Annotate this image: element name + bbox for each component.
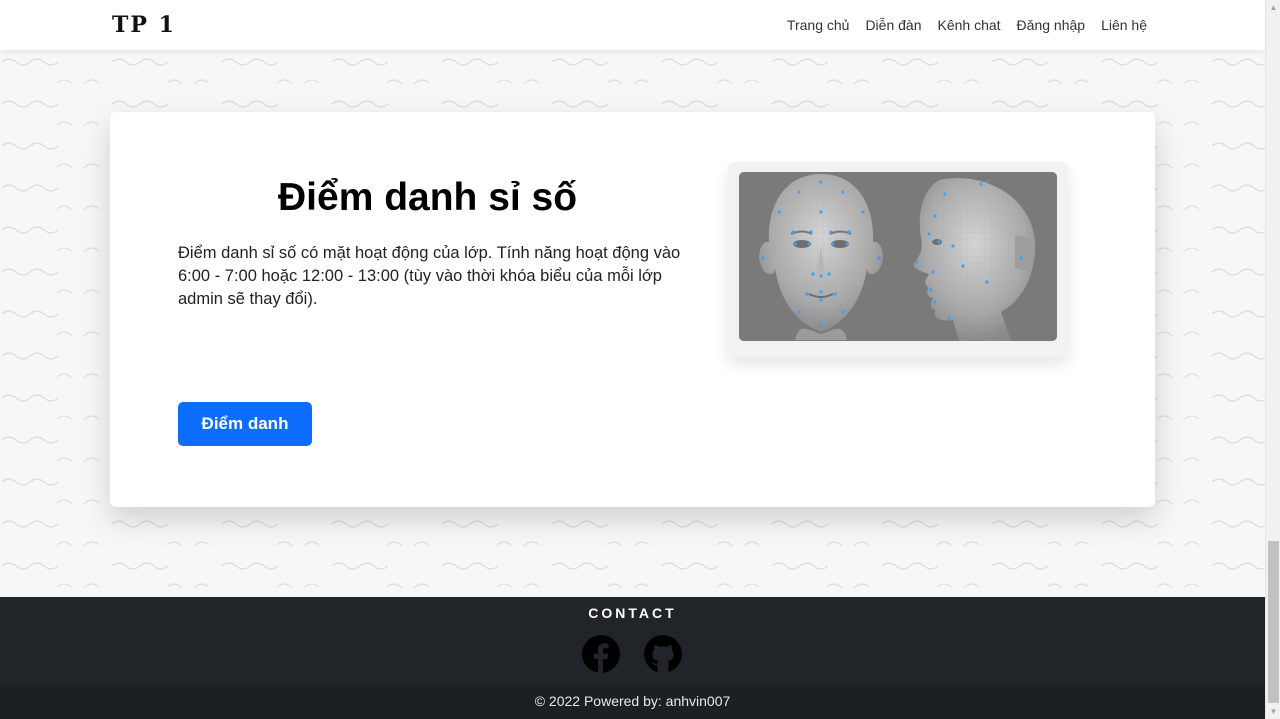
contact-heading: CONTACT: [588, 605, 677, 621]
vertical-scrollbar[interactable]: ▲ ▼: [1265, 0, 1280, 719]
scroll-thumb[interactable]: [1268, 541, 1279, 703]
attendance-button[interactable]: Điểm danh: [178, 402, 312, 446]
navbar: TP 1 Trang chủ Diễn đàn Kênh chat Đăng n…: [0, 0, 1265, 50]
nav-links: Trang chủ Diễn đàn Kênh chat Đăng nhập L…: [787, 17, 1147, 33]
scroll-up-arrow-icon[interactable]: ▲: [1266, 0, 1280, 15]
social-links: [582, 635, 682, 673]
nav-link-contact[interactable]: Liên hệ: [1101, 17, 1147, 33]
footer: CONTACT © 2022 Powered by: anhvin007: [0, 597, 1265, 719]
copyright-text: © 2022 Powered by: anhvin007: [534, 693, 731, 709]
attendance-card: Điểm danh sỉ số Điểm danh sỉ số có mặt h…: [110, 112, 1155, 507]
card-title: Điểm danh sỉ số: [278, 176, 578, 219]
facebook-icon[interactable]: [582, 635, 620, 673]
github-icon[interactable]: [644, 635, 682, 673]
face-landmarks-image: [739, 172, 1057, 341]
nav-link-chat[interactable]: Kênh chat: [937, 17, 1000, 33]
nav-link-forum[interactable]: Diễn đàn: [865, 17, 921, 33]
brand-logo[interactable]: TP 1: [112, 12, 176, 38]
face-image-frame: [728, 162, 1068, 357]
footer-bottom-bar: © 2022 Powered by: anhvin007: [0, 685, 1265, 719]
nav-link-login[interactable]: Đăng nhập: [1017, 17, 1086, 33]
card-description: Điểm danh sỉ số có mặt hoạt động của lớp…: [178, 244, 681, 308]
nav-link-home[interactable]: Trang chủ: [787, 17, 850, 33]
scroll-down-arrow-icon[interactable]: ▼: [1266, 704, 1280, 719]
